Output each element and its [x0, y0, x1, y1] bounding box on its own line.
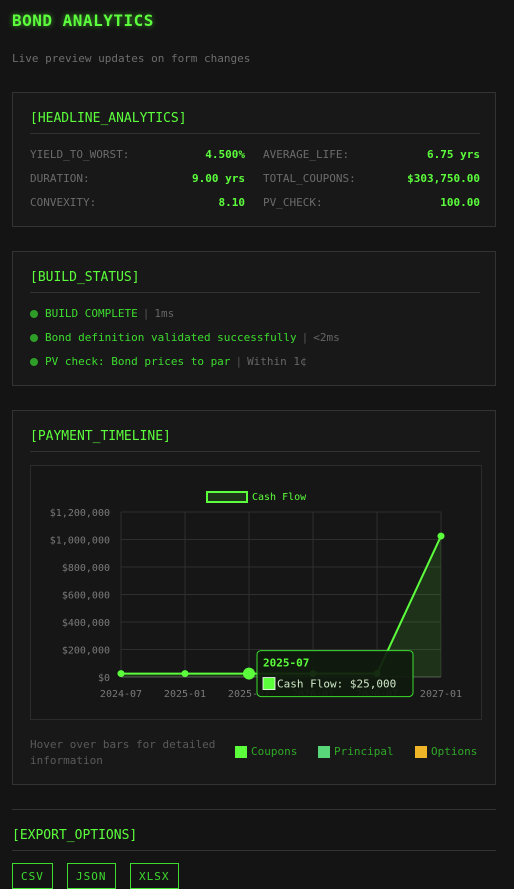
chart-hint: Hover over bars for detailed information: [30, 738, 216, 767]
status-text: Bond definition validated successfully: [45, 331, 297, 344]
data-point: [117, 670, 125, 678]
total-coupons-value: $303,750.00: [407, 172, 480, 185]
tooltip-title: 2025-07: [263, 657, 309, 670]
legend-principal[interactable]: Principal: [318, 745, 394, 758]
page-subtitle: Live preview updates on form changes: [12, 52, 251, 65]
principal-swatch: [318, 745, 330, 758]
tooltip-swatch: [262, 677, 276, 690]
yield-to-worst-value: 4.500%: [205, 148, 245, 161]
legend-principal-label: Principal: [334, 745, 394, 758]
status-dot-icon: [30, 309, 38, 318]
average-life-value: 6.75 yrs: [427, 148, 480, 161]
y-tick-label: $200,000: [62, 646, 110, 657]
duration-label: DURATION:: [30, 172, 90, 185]
convexity-value: 8.10: [218, 196, 246, 209]
status-dot-icon: [30, 357, 38, 366]
options-swatch: [415, 745, 427, 758]
data-point: [181, 670, 189, 678]
chart-legend-label: Cash Flow: [252, 492, 307, 503]
pv-check-value: 100.00: [440, 196, 480, 209]
payment-timeline-title: [PAYMENT_TIMELINE]: [30, 429, 480, 452]
cash-flow-chart[interactable]: $0 $200,000 $400,000 $600,000 $800,000 $1,000…: [30, 465, 482, 720]
yield-to-worst-label: YIELD_TO_WORST:: [30, 148, 130, 161]
status-separator: |: [235, 355, 243, 368]
legend-coupons-label: Coupons: [251, 745, 298, 758]
total-coupons-label: TOTAL_COUPONS:: [263, 172, 356, 185]
chart-legend-swatch: [206, 491, 248, 503]
y-tick-label: $1,200,000: [50, 508, 110, 519]
headline-analytics-panel: [HEADLINE_ANALYTICS] YIELD_TO_WORST: 4.5…: [12, 92, 496, 227]
y-tick-label: $800,000: [62, 563, 110, 574]
export-csv-button[interactable]: CSV: [12, 863, 53, 889]
y-tick-label: $400,000: [62, 618, 110, 629]
legend-options-label: Options: [431, 745, 478, 758]
pv-check-label: PV_CHECK:: [263, 196, 323, 209]
x-tick-label: 2024-07: [100, 689, 142, 700]
coupons-swatch: [235, 745, 247, 758]
build-status-panel: [BUILD_STATUS] BUILD COMPLETE | 1ms Bond…: [12, 251, 496, 386]
status-note: Within 1¢: [247, 355, 307, 368]
status-note: <2ms: [313, 331, 340, 344]
y-tick-label: $1,000,000: [50, 536, 110, 547]
export-json-button[interactable]: JSON: [67, 863, 116, 889]
app-title: BOND ANALYTICS: [12, 11, 154, 30]
tooltip-value: Cash Flow: $25,000: [277, 678, 396, 691]
legend-options[interactable]: Options: [415, 745, 477, 758]
convexity-label: CONVEXITY:: [30, 196, 97, 209]
average-life-label: AVERAGE_LIFE:: [263, 148, 350, 161]
status-separator: |: [301, 331, 309, 344]
data-point: [437, 532, 445, 540]
export-xlsx-button[interactable]: XLSX: [130, 863, 179, 889]
status-separator: |: [142, 307, 150, 320]
status-text: PV check: Bond prices to par: [45, 355, 231, 368]
export-options-title: [EXPORT_OPTIONS]: [12, 828, 496, 851]
y-tick-label: $600,000: [62, 591, 110, 602]
build-status-title: [BUILD_STATUS]: [30, 270, 480, 293]
status-item: Bond definition validated successfully |…: [30, 331, 340, 344]
status-dot-icon: [30, 333, 38, 342]
duration-value: 9.00 yrs: [192, 172, 245, 185]
status-item: BUILD COMPLETE | 1ms: [30, 307, 174, 320]
status-note: 1ms: [154, 307, 175, 320]
cash-flow-chart-svg[interactable]: $0 $200,000 $400,000 $600,000 $800,000 $1,000…: [31, 466, 481, 719]
data-point: [243, 667, 255, 680]
x-tick-label: 2025-01: [164, 689, 206, 700]
legend-coupons[interactable]: Coupons: [235, 745, 297, 758]
export-divider: [12, 809, 496, 810]
payment-timeline-panel: [PAYMENT_TIMELINE] $0 $200,000 $400,000 $60…: [12, 410, 496, 785]
headline-analytics-title: [HEADLINE_ANALYTICS]: [30, 111, 480, 134]
y-tick-label: $0: [98, 673, 110, 684]
status-text: BUILD COMPLETE: [45, 307, 138, 320]
x-tick-label: 2027-01: [420, 689, 462, 700]
status-item: PV check: Bond prices to par | Within 1¢: [30, 355, 307, 368]
